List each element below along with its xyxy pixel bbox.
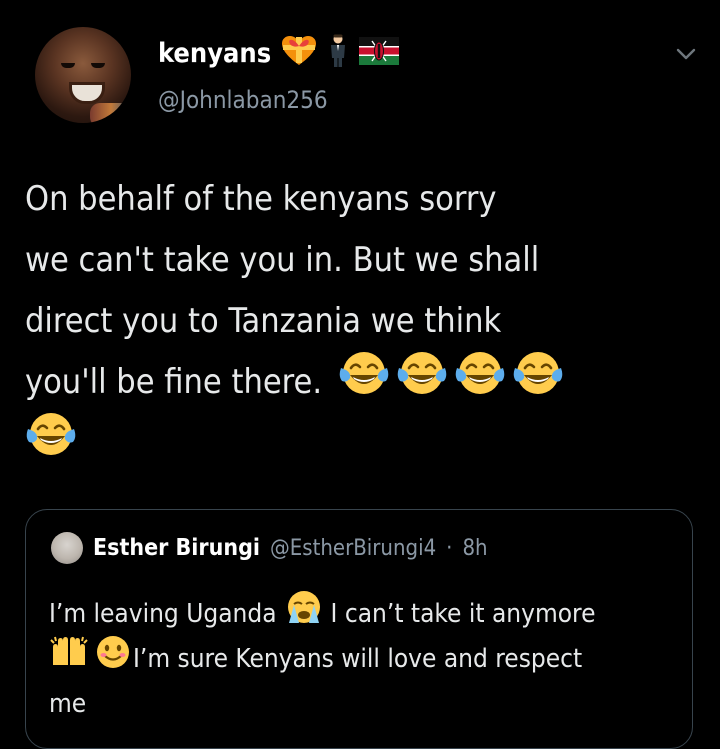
joy-emoji-icon (454, 348, 506, 418)
avatar-eye-right (91, 63, 105, 68)
quoted-name[interactable]: Esther Birungi (93, 535, 260, 561)
tweet-text: On behalf of the kenyans sorry we can't … (25, 169, 695, 474)
quoted-text-part: I can’t take it anymore (330, 599, 596, 629)
quoted-text-part: I’m sure Kenyans will love and respect (133, 644, 583, 674)
quoted-line: I’m sure Kenyans will love and respect (49, 634, 679, 685)
author-handle[interactable]: @Johnlaban256 (158, 86, 328, 114)
quoted-line: me (49, 689, 87, 719)
profile-avatar[interactable] (35, 27, 131, 123)
tweet-line: On behalf of the kenyans sorry (25, 179, 497, 219)
avatar-eye-left (61, 63, 75, 68)
separator-dot: · (446, 535, 453, 561)
crying-face-icon (285, 589, 323, 640)
tweet-line: you'll be fine there. (25, 351, 695, 413)
quoted-tweet-card[interactable]: Esther Birungi @EstherBirungi4 · 8h I’m … (25, 509, 693, 749)
smiling-face-icon (95, 634, 131, 685)
tweet-line (25, 412, 695, 474)
quoted-line: I’m leaving Uganda I can’t take it anymo… (49, 589, 679, 640)
man-in-suit-icon (327, 34, 349, 72)
raising-hands-icon (49, 635, 89, 684)
kenya-flag-icon (359, 37, 400, 69)
avatar-mouth (69, 82, 105, 104)
quoted-time[interactable]: 8h (462, 536, 487, 561)
display-name[interactable]: kenyans (158, 38, 271, 69)
chevron-down-icon[interactable] (675, 43, 697, 65)
joy-emoji-icon (338, 348, 390, 418)
gift-heart-icon (281, 35, 317, 71)
tweet-line: direct you to Tanzania we think (25, 301, 502, 341)
author-name-row[interactable]: kenyans (158, 34, 400, 72)
quoted-tweet-header: Esther Birungi @EstherBirungi4 · 8h (51, 532, 488, 564)
tweet-line-text: you'll be fine there. (25, 362, 323, 402)
tweet-line: we can't take you in. But we shall (25, 240, 540, 280)
quoted-text: I’m leaving Uganda I can’t take it anymo… (49, 589, 679, 727)
joy-emoji-icon (396, 348, 448, 418)
joy-emoji-icon (512, 348, 564, 418)
quoted-text-part: I’m leaving Uganda (49, 599, 277, 629)
avatar-cloth (90, 103, 131, 123)
quoted-avatar[interactable] (51, 532, 83, 564)
quoted-handle[interactable]: @EstherBirungi4 (270, 536, 436, 561)
joy-emoji-icon (25, 409, 77, 479)
